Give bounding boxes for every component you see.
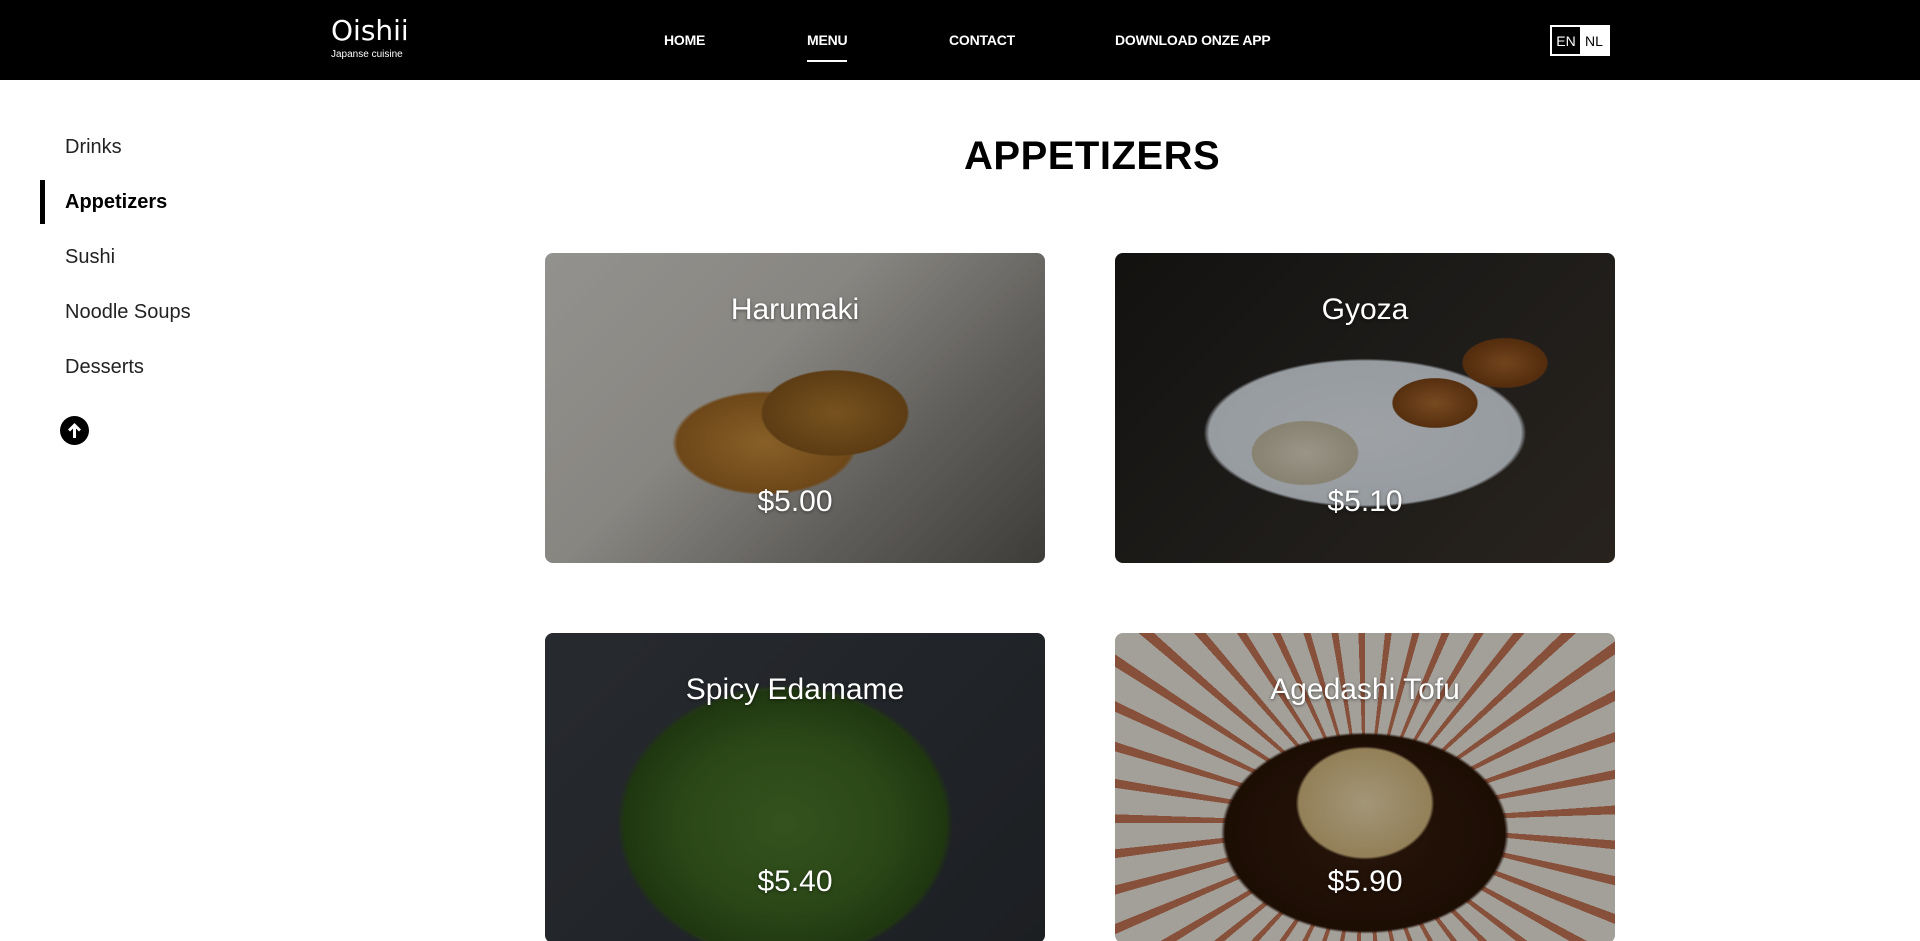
menu-item-card[interactable]: Agedashi Tofu $5.90 xyxy=(1115,633,1615,941)
menu-item-name: Spicy Edamame xyxy=(685,673,905,706)
menu-item-card[interactable]: Harumaki $5.00 xyxy=(545,253,1045,563)
language-switcher: EN NL xyxy=(1550,25,1610,56)
nav-home[interactable]: HOME xyxy=(664,32,705,48)
brand-logo[interactable]: Oishii Japanse cuisine xyxy=(331,16,409,61)
logo-tagline: Japanse cuisine xyxy=(331,49,403,60)
nav-menu[interactable]: MENU xyxy=(807,32,848,62)
menu-item-card[interactable]: Gyoza $5.10 xyxy=(1115,253,1615,563)
scroll-to-top-button[interactable] xyxy=(60,416,89,445)
sidebar-item-sushi[interactable]: Sushi xyxy=(65,246,115,269)
menu-item-price: $5.10 xyxy=(1327,485,1403,518)
sidebar-item-appetizers[interactable]: Appetizers xyxy=(65,191,167,214)
sidebar-item-noodle-soups[interactable]: Noodle Soups xyxy=(65,301,191,324)
logo-name: Oishii xyxy=(331,14,409,47)
sidebar-item-drinks[interactable]: Drinks xyxy=(65,136,122,159)
menu-item-price: $5.90 xyxy=(1327,865,1403,898)
top-navigation-bar: Oishii Japanse cuisine HOME MENU CONTACT… xyxy=(0,0,1920,80)
menu-item-name: Gyoza xyxy=(1321,293,1409,326)
active-category-marker xyxy=(40,180,45,224)
section-title: APPETIZERS xyxy=(964,134,1221,178)
lang-en-button[interactable]: EN xyxy=(1552,27,1580,54)
menu-item-card[interactable]: Spicy Edamame $5.40 xyxy=(545,633,1045,941)
menu-item-name: Harumaki xyxy=(730,293,860,326)
arrow-up-circle-icon xyxy=(68,423,81,438)
lang-nl-button[interactable]: NL xyxy=(1580,27,1608,54)
sidebar-item-desserts[interactable]: Desserts xyxy=(65,356,144,379)
nav-contact[interactable]: CONTACT xyxy=(949,32,1015,48)
menu-item-price: $5.00 xyxy=(757,485,833,518)
menu-item-price: $5.40 xyxy=(757,865,833,898)
nav-download-app[interactable]: DOWNLOAD ONZE APP xyxy=(1115,32,1271,48)
menu-item-name: Agedashi Tofu xyxy=(1270,673,1460,706)
